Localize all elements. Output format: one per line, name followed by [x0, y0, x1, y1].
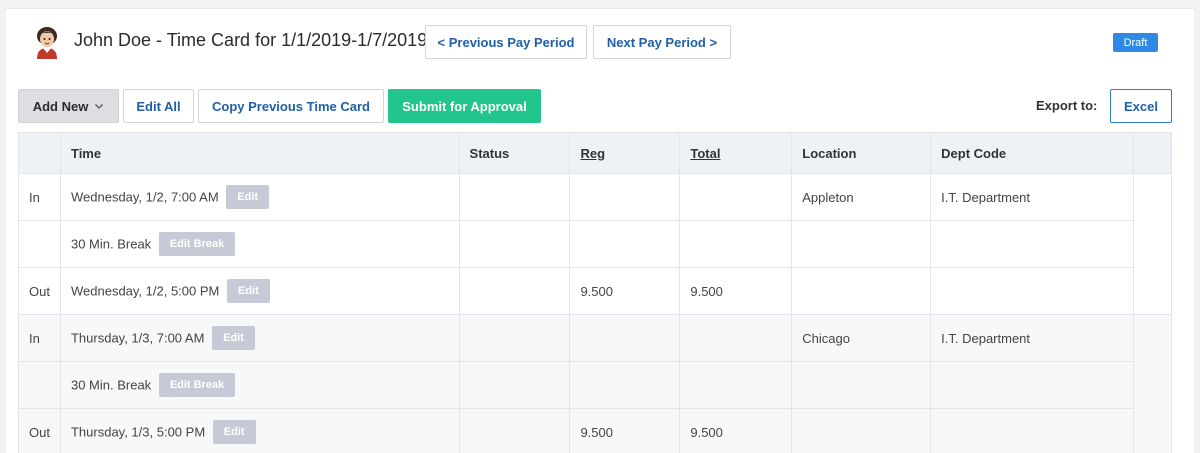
time-text: Wednesday, 1/2, 5:00 PM: [70, 283, 220, 299]
cell-dept-code: I.T. Department: [930, 314, 1134, 362]
column-header-reg[interactable]: Reg: [569, 132, 681, 174]
cell-reg: [569, 361, 681, 409]
add-new-label: Add New: [32, 98, 89, 114]
cell-location: [791, 267, 932, 315]
cell-status: [458, 314, 571, 362]
cell-total: 9.500: [679, 267, 793, 315]
user-avatar-icon: [37, 27, 57, 59]
column-header-reg-label[interactable]: Reg: [580, 146, 605, 161]
cell-side: [18, 220, 61, 268]
cell-total: [679, 220, 793, 268]
cell-location: Appleton: [791, 173, 932, 221]
cell-time: Wednesday, 1/2, 5:00 PM Edit: [59, 267, 460, 315]
cell-time: Wednesday, 1/2, 7:00 AM Edit: [59, 173, 460, 221]
edit-button[interactable]: Edit: [212, 420, 256, 444]
column-header-side: [18, 132, 61, 174]
chevron-down-icon: [95, 104, 104, 109]
copy-previous-time-card-button[interactable]: Copy Previous Time Card: [198, 89, 384, 123]
time-text: 30 Min. Break: [70, 236, 152, 252]
time-text: Wednesday, 1/2, 7:00 AM: [70, 189, 219, 205]
column-header-total[interactable]: Total: [679, 132, 793, 174]
cell-reg: [569, 220, 681, 268]
cell-total: [679, 361, 793, 409]
time-entries-table: Time Status Reg Total Location Dept Code…: [18, 132, 1173, 453]
cell-total: 9.500: [679, 408, 793, 453]
cell-total: [679, 314, 793, 362]
previous-pay-period-button[interactable]: < Previous Pay Period: [425, 25, 587, 59]
cell-side: Out: [18, 408, 61, 453]
cell-time: Thursday, 1/3, 5:00 PM Edit: [59, 408, 460, 453]
time-card-panel: John Doe - Time Card for 1/1/2019-1/7/20…: [6, 8, 1194, 453]
column-header-dept-code[interactable]: Dept Code: [930, 132, 1134, 174]
edit-break-button[interactable]: Edit Break: [158, 373, 236, 397]
cell-dept-code: [930, 220, 1134, 268]
page-title: John Doe - Time Card for 1/1/2019-1/7/20…: [74, 30, 428, 50]
export-excel-button[interactable]: Excel: [1110, 89, 1172, 123]
cell-location: Chicago: [791, 314, 932, 362]
cell-dept-code: [930, 361, 1134, 409]
edit-all-button[interactable]: Edit All: [123, 89, 194, 123]
cell-side: In: [18, 314, 61, 362]
cell-location: [791, 220, 932, 268]
cell-extra: [1132, 173, 1173, 315]
column-header-time[interactable]: Time: [59, 132, 460, 174]
cell-dept-code: I.T. Department: [930, 173, 1134, 221]
cell-time: 30 Min. Break Edit Break: [59, 361, 460, 409]
cell-total: [679, 173, 793, 221]
cell-extra: [1132, 314, 1173, 453]
cell-time: Thursday, 1/3, 7:00 AM Edit: [59, 314, 460, 362]
table-row: 30 Min. Break Edit Break: [18, 361, 1172, 409]
toolbar: Add New Edit All Copy Previous Time Card…: [6, 81, 1194, 131]
cell-status: [458, 267, 571, 315]
cell-time: 30 Min. Break Edit Break: [59, 220, 460, 268]
export-label: Export to:: [1036, 98, 1098, 113]
time-text: Thursday, 1/3, 5:00 PM: [70, 424, 206, 440]
column-header-location[interactable]: Location: [791, 132, 932, 174]
cell-dept-code: [930, 267, 1134, 315]
cell-status: [458, 361, 571, 409]
cell-side: Out: [18, 267, 61, 315]
cell-location: [791, 361, 932, 409]
add-new-dropdown-button[interactable]: Add New: [18, 89, 119, 123]
edit-button[interactable]: Edit: [212, 326, 255, 350]
column-header-extra: [1132, 132, 1173, 174]
column-header-status[interactable]: Status: [458, 132, 571, 174]
next-pay-period-button[interactable]: Next Pay Period >: [593, 25, 731, 59]
cell-reg: [569, 314, 681, 362]
column-header-total-label[interactable]: Total: [690, 146, 720, 161]
table-row: 30 Min. Break Edit Break: [18, 220, 1172, 268]
cell-side: In: [18, 173, 61, 221]
edit-button[interactable]: Edit: [227, 279, 270, 303]
cell-reg: 9.500: [569, 267, 681, 315]
cell-side: [18, 361, 61, 409]
table-row: In Thursday, 1/3, 7:00 AM Edit Chicago I…: [18, 314, 1173, 453]
edit-break-button[interactable]: Edit Break: [158, 232, 236, 256]
cell-location: [791, 408, 932, 453]
cell-status: [458, 173, 571, 221]
cell-status: [458, 220, 571, 268]
time-text: Thursday, 1/3, 7:00 AM: [70, 330, 205, 346]
edit-button[interactable]: Edit: [226, 185, 270, 209]
page-header: John Doe - Time Card for 1/1/2019-1/7/20…: [6, 9, 1194, 75]
cell-reg: [569, 173, 681, 221]
table-row: Out Thursday, 1/3, 5:00 PM Edit 9.500 9.…: [18, 408, 1172, 453]
table-header-row: Time Status Reg Total Location Dept Code: [18, 132, 1173, 174]
cell-reg: 9.500: [569, 408, 681, 453]
submit-for-approval-button[interactable]: Submit for Approval: [388, 89, 541, 123]
table-row: In Wednesday, 1/2, 7:00 AM Edit Appleton…: [18, 173, 1173, 315]
cell-status: [458, 408, 571, 453]
time-text: 30 Min. Break: [70, 377, 152, 393]
table-row: Out Wednesday, 1/2, 5:00 PM Edit 9.500 9…: [18, 267, 1172, 315]
cell-dept-code: [930, 408, 1134, 453]
status-badge: Draft: [1113, 33, 1158, 52]
